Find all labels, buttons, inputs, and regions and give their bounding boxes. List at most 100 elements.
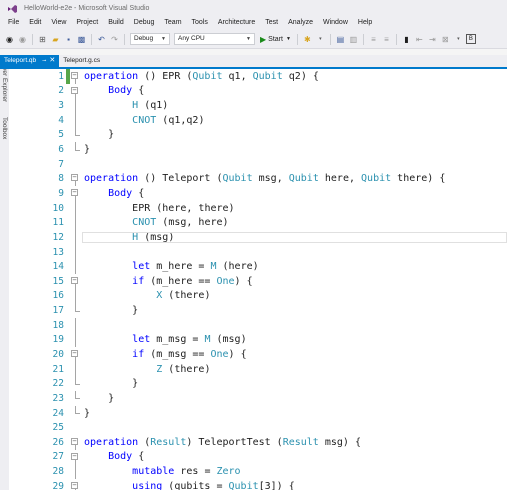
solution-platform-select[interactable]: Any CPU ▼ bbox=[174, 33, 255, 45]
chevron-down-icon: ▼ bbox=[161, 36, 166, 42]
menu-debug[interactable]: Debug bbox=[129, 16, 160, 30]
collapse-icon[interactable]: − bbox=[71, 72, 78, 79]
code-line[interactable]: 22 } bbox=[9, 376, 507, 392]
navigate-back-icon[interactable]: ◉ bbox=[4, 34, 15, 45]
collapse-icon[interactable]: − bbox=[71, 481, 78, 489]
menu-test[interactable]: Test bbox=[260, 16, 283, 30]
toolbar-options-icon[interactable]: B bbox=[465, 34, 476, 44]
navigate-forward-icon[interactable]: ◉ bbox=[17, 34, 28, 45]
outlining-margin: − bbox=[70, 479, 82, 490]
code-text: if (m_here == One) { bbox=[132, 275, 253, 287]
outlining-margin bbox=[70, 127, 82, 143]
comment-out-icon[interactable]: ≡ bbox=[368, 34, 379, 45]
close-icon[interactable]: ✕ bbox=[49, 55, 55, 67]
collapse-icon[interactable]: − bbox=[71, 86, 78, 94]
clear-bookmarks-icon[interactable]: ⊠ bbox=[440, 34, 451, 45]
toolbox-tab[interactable]: Toolbox bbox=[1, 117, 8, 139]
code-line[interactable]: 23 } bbox=[9, 391, 507, 406]
menu-architecture[interactable]: Architecture bbox=[213, 16, 260, 30]
collapse-icon[interactable]: − bbox=[71, 452, 78, 460]
code-text: let m_here = M (here) bbox=[132, 261, 259, 273]
undo-icon[interactable]: ↶ bbox=[96, 34, 107, 45]
redo-icon[interactable]: ↷ bbox=[109, 34, 120, 45]
code-line[interactable]: 2− Body { bbox=[9, 83, 507, 99]
pin-icon[interactable]: ⊸ bbox=[42, 55, 46, 67]
overflow-icon[interactable]: ▾ bbox=[453, 34, 464, 45]
code-line[interactable]: 11 CNOT (msg, here) bbox=[9, 215, 507, 231]
toolbar-separator bbox=[296, 33, 298, 45]
toolbar-separator bbox=[124, 33, 125, 45]
outlining-margin bbox=[70, 230, 82, 245]
code-line[interactable]: 21 Z (there) bbox=[9, 361, 507, 377]
code-line[interactable]: 1− operation () EPR (Qubit q1, Qubit q2) … bbox=[9, 69, 507, 84]
code-line[interactable]: 20− if (m_msg == One) { bbox=[9, 347, 507, 362]
code-line[interactable]: 25 bbox=[9, 420, 507, 436]
code-line[interactable]: 24} bbox=[9, 405, 507, 421]
solution-configuration-select[interactable]: Debug ▼ bbox=[130, 33, 170, 45]
tab-teleport-qb[interactable]: Teleport.qb ⊸ ✕ bbox=[0, 55, 60, 67]
next-bookmark-icon[interactable]: ⇥ bbox=[427, 34, 438, 45]
code-line[interactable]: 12 H (msg) bbox=[9, 230, 507, 245]
menu-help[interactable]: Help bbox=[353, 16, 377, 30]
code-line[interactable]: 3 H (q1) bbox=[9, 98, 507, 113]
open-file-icon[interactable]: ▰ bbox=[50, 34, 61, 45]
menu-file[interactable]: File bbox=[3, 16, 24, 30]
code-line[interactable]: 28 mutable res = Zero bbox=[9, 464, 507, 479]
menu-view[interactable]: View bbox=[46, 16, 71, 30]
collapse-icon[interactable]: − bbox=[71, 350, 78, 358]
collapse-icon[interactable]: − bbox=[71, 276, 78, 284]
code-editor[interactable]: 1− operation () EPR (Qubit q1, Qubit q2) … bbox=[9, 69, 507, 490]
code-line[interactable]: 26− operation (Result) TeleportTest (Resu… bbox=[9, 435, 507, 450]
toolbar-separator bbox=[32, 33, 33, 45]
code-text: } bbox=[84, 305, 139, 317]
code-line[interactable]: 17 } bbox=[9, 303, 507, 318]
menu-edit[interactable]: Edit bbox=[24, 16, 46, 30]
code-line[interactable]: 15− if (m_here == One) { bbox=[9, 273, 507, 289]
overflow-icon[interactable]: ▾ bbox=[315, 34, 326, 45]
previous-bookmark-icon[interactable]: ⇤ bbox=[414, 34, 425, 45]
tab-teleport-g-cs[interactable]: Teleport.g.cs bbox=[59, 55, 104, 67]
code-line[interactable]: 19 let m_msg = M (msg) bbox=[9, 332, 507, 348]
code-line[interactable]: 18 bbox=[9, 317, 507, 333]
properties-icon[interactable]: ▥ bbox=[348, 34, 359, 45]
code-line[interactable]: 5 } bbox=[9, 127, 507, 143]
menu-tools[interactable]: Tools bbox=[187, 16, 213, 30]
code-line[interactable]: 4 CNOT (q1,q2) bbox=[9, 112, 507, 128]
save-all-icon[interactable]: ▩ bbox=[76, 34, 87, 45]
toolbar-separator bbox=[91, 33, 92, 45]
menu-window[interactable]: Window bbox=[318, 16, 353, 30]
code-line[interactable]: 8− operation () Teleport (Qubit msg, Qubi… bbox=[9, 171, 507, 187]
new-project-icon[interactable]: ⊞ bbox=[37, 34, 48, 45]
outlining-margin bbox=[70, 361, 82, 377]
menu-build[interactable]: Build bbox=[103, 16, 129, 30]
solution-platform-value: Any CPU bbox=[178, 35, 205, 42]
line-number: 9 bbox=[58, 187, 64, 199]
code-text: H (q1) bbox=[132, 100, 169, 112]
code-line[interactable]: 16 X (there) bbox=[9, 288, 507, 304]
line-number: 15 bbox=[52, 275, 64, 287]
menu-analyze[interactable]: Analyze bbox=[283, 16, 318, 30]
code-line[interactable]: 10 EPR (here, there) bbox=[9, 200, 507, 216]
code-line[interactable]: 9− Body { bbox=[9, 186, 507, 201]
save-icon[interactable]: ▪ bbox=[63, 34, 74, 45]
outlining-margin bbox=[70, 391, 82, 406]
code-line[interactable]: 6} bbox=[9, 142, 507, 157]
bookmark-icon[interactable]: ▮ bbox=[401, 34, 412, 45]
code-line[interactable]: 7 bbox=[9, 156, 507, 172]
browser-link-icon[interactable]: ✱ bbox=[302, 34, 313, 45]
code-line[interactable]: 13 bbox=[9, 244, 507, 260]
code-line[interactable]: 14 let m_here = M (here) bbox=[9, 259, 507, 274]
menu-team[interactable]: Team bbox=[159, 16, 186, 30]
collapse-icon[interactable]: − bbox=[71, 438, 78, 446]
code-text: operation (Result) TeleportTest (Result … bbox=[84, 436, 361, 448]
line-number: 8 bbox=[58, 173, 64, 185]
collapse-icon[interactable]: − bbox=[71, 189, 78, 197]
code-line[interactable]: 29− using (qubits = Qubit[3]) { bbox=[9, 478, 507, 490]
start-debugging-button[interactable]: ▶ Start ▼ bbox=[260, 35, 291, 44]
collapse-icon[interactable]: − bbox=[71, 174, 78, 182]
code-line[interactable]: 27− Body { bbox=[9, 449, 507, 465]
solution-explorer-icon[interactable]: ▤ bbox=[335, 34, 346, 45]
code-text: Body { bbox=[108, 187, 145, 199]
menu-project[interactable]: Project bbox=[71, 16, 103, 30]
uncomment-icon[interactable]: ≡ bbox=[381, 34, 392, 45]
